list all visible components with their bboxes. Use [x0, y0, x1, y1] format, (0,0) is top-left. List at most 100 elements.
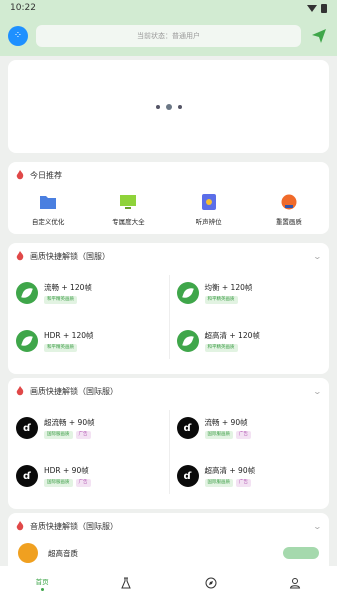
quick-cn-item[interactable]: 超高清 + 120帧 和平精英画质 — [169, 317, 330, 365]
quick-intl-item[interactable]: ɗ HDR + 90帧 国际服画质 广告 — [8, 452, 169, 500]
flame-icon — [16, 251, 24, 261]
quick-item-tag: 和平精英画质 — [44, 296, 77, 304]
banner-carousel[interactable] — [8, 60, 329, 153]
today-grid: 自定义优化 专属度大全 听声辨位 重置画质 — [8, 188, 329, 226]
user-status-text: 当前状态：普通用户 — [137, 32, 200, 40]
leaf-icon — [176, 282, 199, 304]
game-logo-icon: ɗ — [176, 465, 199, 487]
battery-icon — [321, 3, 327, 13]
flame-icon — [16, 386, 24, 396]
today-label: 专属度大全 — [112, 218, 145, 226]
quick-intl-grid: ɗ 超流畅 + 90帧 国际服画质 广告 ɗ 流畅 + 90帧 国际服画质 广告… — [8, 404, 329, 500]
quick-item-tag: 和平精英画质 — [44, 344, 77, 352]
game-logo-icon: ɗ — [16, 417, 38, 439]
today-title: 今日推荐 — [30, 170, 62, 180]
grid-icon: ⁘ — [13, 30, 23, 41]
speaker-icon — [18, 543, 38, 563]
tab-profile[interactable] — [265, 566, 325, 600]
tab-home-label: 首页 — [35, 577, 49, 586]
status-icons — [307, 3, 327, 13]
today-label: 自定义优化 — [31, 218, 65, 226]
quick-item-title: 超流畅 + 90帧 — [44, 418, 95, 428]
game-logo-icon: ɗ — [16, 465, 38, 487]
badge-icon — [201, 194, 216, 210]
audio-unlock-button[interactable] — [283, 547, 319, 559]
ad-tag: 广告 — [236, 479, 251, 487]
quick-cn-item[interactable]: HDR + 120帧 和平精英画质 — [8, 317, 169, 365]
quick-cn-header[interactable]: 画质快捷解锁（国服） ⌄ — [8, 243, 329, 269]
bottom-tab-bar: 首页 — [0, 566, 337, 600]
tab-lab[interactable] — [96, 566, 156, 600]
quick-item-tag: 国际服画质 — [204, 431, 233, 439]
user-status-field[interactable]: 当前状态：普通用户 — [36, 25, 301, 47]
game-logo-icon: ɗ — [176, 417, 199, 439]
quick-item-tag: 国际服画质 — [44, 431, 73, 439]
today-recommend-card: 今日推荐 自定义优化 专属度大全 听声辨位 重置画质 — [8, 162, 329, 234]
today-item-custom-optimize[interactable]: 自定义优化 — [13, 194, 83, 226]
quick-cn-item[interactable]: 流畅 + 120帧 和平精英画质 — [8, 269, 169, 317]
carousel-dot-active[interactable] — [165, 103, 172, 110]
ad-tag: 广告 — [75, 479, 91, 487]
tab-active-indicator — [40, 587, 44, 591]
today-item-resolution-list[interactable]: 专属度大全 — [93, 194, 163, 226]
quick-item-tag: 国际服画质 — [44, 479, 73, 487]
today-item-reset-quality[interactable]: 重置画质 — [254, 194, 324, 226]
quick-item-title: 超高清 + 90帧 — [204, 466, 256, 476]
quick-intl-header[interactable]: 画质快捷解锁（国际服） ⌄ — [8, 378, 329, 404]
quick-item-title: 流畅 + 120帧 — [44, 283, 92, 293]
tab-home[interactable]: 首页 — [12, 566, 72, 600]
quick-item-title: 超高清 + 120帧 — [204, 331, 260, 341]
compass-icon — [205, 577, 217, 589]
app-menu-button[interactable]: ⁘ — [8, 26, 28, 46]
quick-intl-item[interactable]: ɗ 流畅 + 90帧 国际服画质 广告 — [169, 404, 330, 452]
tab-discover[interactable] — [181, 566, 241, 600]
user-icon — [289, 578, 300, 589]
audio-item[interactable]: 超高音质 — [8, 539, 329, 567]
quick-unlock-intl-card: 画质快捷解锁（国际服） ⌄ ɗ 超流畅 + 90帧 国际服画质 广告 ɗ 流畅 … — [8, 378, 329, 509]
monitor-icon — [120, 195, 137, 209]
quick-item-tag: 和平精英画质 — [204, 344, 238, 352]
today-label: 重置画质 — [275, 218, 302, 226]
quick-item-title: HDR + 90帧 — [44, 466, 89, 476]
today-label: 听声辨位 — [195, 218, 222, 226]
audio-unlock-card: 音质快捷解锁（国际服） ⌄ 超高音质 — [8, 513, 329, 573]
carousel-dot[interactable] — [155, 104, 160, 109]
status-bar: 10:22 — [0, 0, 337, 16]
flask-icon — [121, 577, 132, 589]
quick-intl-item[interactable]: ɗ 超高清 + 90帧 国际服画质 广告 — [169, 452, 330, 500]
top-header: ⁘ 当前状态：普通用户 — [0, 16, 337, 56]
flame-icon — [16, 521, 24, 531]
quick-item-tag: 国际服画质 — [204, 479, 233, 487]
folder-icon — [40, 196, 57, 209]
leaf-icon — [16, 282, 38, 304]
wifi-icon — [307, 4, 317, 12]
reset-icon — [281, 194, 297, 210]
quick-cn-grid: 流畅 + 120帧 和平精英画质 均衡 + 120帧 和平精英画质 HDR + … — [8, 269, 329, 365]
ad-tag: 广告 — [75, 431, 91, 439]
carousel-dot[interactable] — [177, 104, 182, 109]
leaf-icon — [176, 330, 199, 352]
audio-title: 音质快捷解锁（国际服） — [30, 521, 118, 531]
today-header: 今日推荐 — [8, 162, 329, 188]
quick-item-tag: 和平精英画质 — [204, 296, 238, 304]
send-icon — [312, 29, 326, 43]
quick-intl-item[interactable]: ɗ 超流畅 + 90帧 国际服画质 广告 — [8, 404, 169, 452]
quick-item-title: HDR + 120帧 — [44, 331, 94, 341]
chevron-down-icon[interactable]: ⌄ — [313, 387, 322, 396]
quick-item-title: 均衡 + 120帧 — [204, 283, 253, 293]
quick-item-title: 流畅 + 90帧 — [204, 418, 248, 428]
send-button[interactable] — [309, 26, 329, 46]
audio-item-label: 超高音质 — [48, 548, 78, 558]
chevron-down-icon[interactable]: ⌄ — [313, 522, 322, 531]
quick-unlock-cn-card: 画质快捷解锁（国服） ⌄ 流畅 + 120帧 和平精英画质 均衡 + 120帧 … — [8, 243, 329, 374]
quick-cn-title: 画质快捷解锁（国服） — [30, 251, 110, 261]
flame-icon — [16, 170, 24, 180]
today-item-sound-locate[interactable]: 听声辨位 — [174, 194, 244, 226]
audio-header[interactable]: 音质快捷解锁（国际服） ⌄ — [8, 513, 329, 539]
ad-tag: 广告 — [236, 431, 251, 439]
quick-intl-title: 画质快捷解锁（国际服） — [30, 386, 118, 396]
leaf-icon — [16, 330, 38, 352]
chevron-down-icon[interactable]: ⌄ — [313, 252, 322, 261]
status-time: 10:22 — [10, 3, 36, 13]
quick-cn-item[interactable]: 均衡 + 120帧 和平精英画质 — [169, 269, 330, 317]
